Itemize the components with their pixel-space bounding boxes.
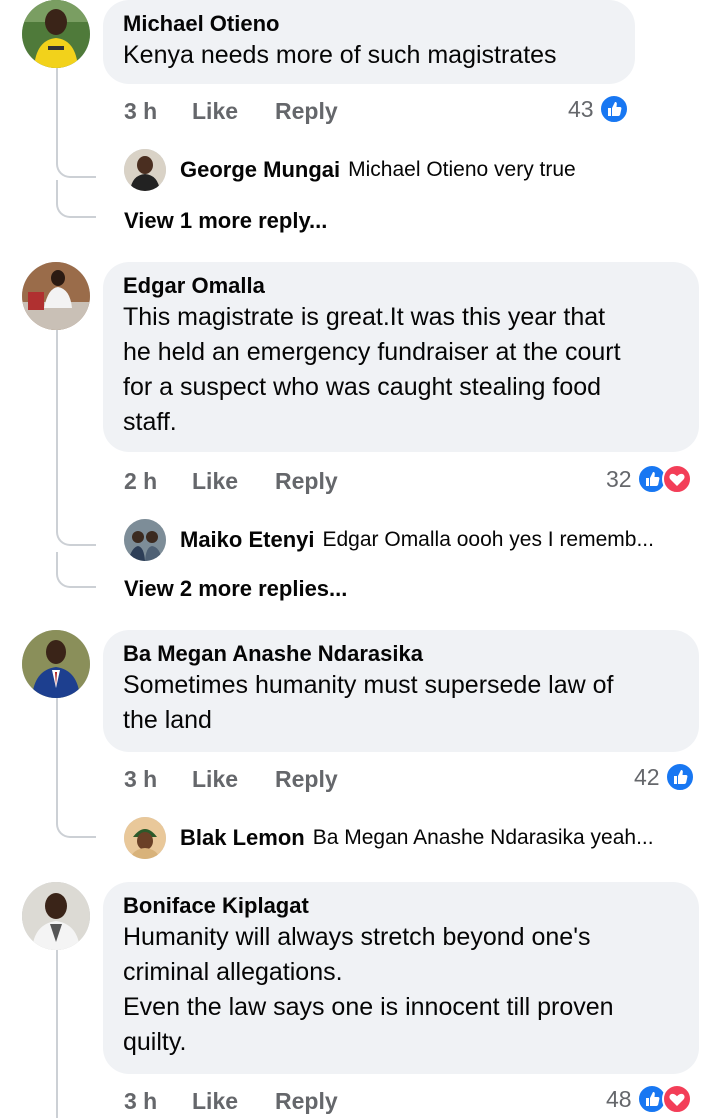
comment-actions: 3 h Like Reply — [124, 766, 364, 796]
comment-actions: 2 h Like Reply — [124, 468, 364, 498]
comment-text: Humanity will always stretch beyond one'… — [123, 923, 614, 1056]
like-button[interactable]: Like — [192, 1088, 238, 1115]
comment-text: This magistrate is great.It was this yea… — [123, 303, 621, 436]
reply-author[interactable]: Maiko Etenyi — [180, 527, 314, 553]
comment-author[interactable]: Ba Megan Anashe Ndarasika — [123, 640, 679, 668]
view-more-replies-link[interactable]: View 1 more reply... — [124, 208, 327, 234]
comment-time[interactable]: 2 h — [124, 468, 157, 495]
like-button[interactable]: Like — [192, 766, 238, 793]
reaction-summary[interactable]: 42 — [634, 762, 695, 792]
comment-text: Kenya needs more of such magistrates — [123, 41, 557, 69]
love-reaction-icon — [661, 464, 692, 494]
comment-bubble: Boniface Kiplagat Humanity will always s… — [103, 882, 699, 1074]
like-button[interactable]: Like — [192, 98, 238, 125]
reaction-summary[interactable]: 32 — [606, 464, 692, 494]
reply-preview[interactable]: Maiko Etenyi Edgar Omalla oooh yes I rem… — [124, 518, 654, 562]
comment-time[interactable]: 3 h — [124, 1088, 157, 1115]
reaction-count: 48 — [606, 1085, 632, 1112]
thread-elbow — [56, 180, 96, 218]
avatar — [124, 149, 166, 191]
comment-author[interactable]: Edgar Omalla — [123, 272, 679, 300]
thread-elbow — [56, 510, 96, 546]
love-reaction-icon — [661, 1084, 692, 1114]
reply-text: Edgar Omalla oooh yes I rememb... — [322, 528, 654, 551]
thread-line — [56, 330, 58, 530]
reply-button[interactable]: Reply — [275, 98, 338, 125]
reply-text: Michael Otieno very true — [348, 158, 576, 181]
reply-preview[interactable]: George Mungai Michael Otieno very true — [124, 148, 576, 192]
reply-author[interactable]: Blak Lemon — [180, 825, 305, 851]
view-more-replies-link[interactable]: View 2 more replies... — [124, 576, 347, 602]
thread-line — [56, 950, 58, 1118]
reaction-count: 42 — [634, 763, 660, 790]
reply-button[interactable]: Reply — [275, 468, 338, 495]
comment-actions: 3 h Like Reply — [124, 1088, 364, 1118]
comment-text: Sometimes humanity must supersede law of… — [123, 671, 614, 734]
comment-author[interactable]: Boniface Kiplagat — [123, 892, 679, 920]
avatar[interactable] — [22, 882, 90, 950]
comment-bubble: Ba Megan Anashe Ndarasika Sometimes huma… — [103, 630, 699, 752]
comment-bubble: Edgar Omalla This magistrate is great.It… — [103, 262, 699, 452]
reaction-summary[interactable]: 43 — [568, 94, 629, 124]
reaction-count: 43 — [568, 95, 594, 122]
avatar[interactable] — [22, 630, 90, 698]
comment-time[interactable]: 3 h — [124, 98, 157, 125]
comment-author[interactable]: Michael Otieno — [123, 10, 615, 38]
reaction-count: 32 — [606, 465, 632, 492]
like-reaction-icon — [664, 762, 695, 792]
avatar — [124, 519, 166, 561]
thread-elbow — [56, 140, 96, 178]
avatar[interactable] — [22, 0, 90, 68]
reply-button[interactable]: Reply — [275, 1088, 338, 1115]
thread-elbow — [56, 800, 96, 838]
reply-text: Ba Megan Anashe Ndarasika yeah... — [312, 826, 654, 849]
comment-time[interactable]: 3 h — [124, 766, 157, 793]
thread-elbow — [56, 552, 96, 588]
comment-bubble: Michael Otieno Kenya needs more of such … — [103, 0, 635, 84]
comment-actions: 3 h Like Reply — [124, 98, 364, 128]
like-reaction-icon — [598, 94, 629, 124]
like-button[interactable]: Like — [192, 468, 238, 495]
reply-preview[interactable]: Blak Lemon Ba Megan Anashe Ndarasika yea… — [124, 816, 654, 860]
avatar — [124, 817, 166, 859]
reply-author[interactable]: George Mungai — [180, 157, 340, 183]
reply-button[interactable]: Reply — [275, 766, 338, 793]
avatar[interactable] — [22, 262, 90, 330]
reaction-summary[interactable]: 48 — [606, 1084, 692, 1114]
thread-line — [56, 698, 58, 808]
